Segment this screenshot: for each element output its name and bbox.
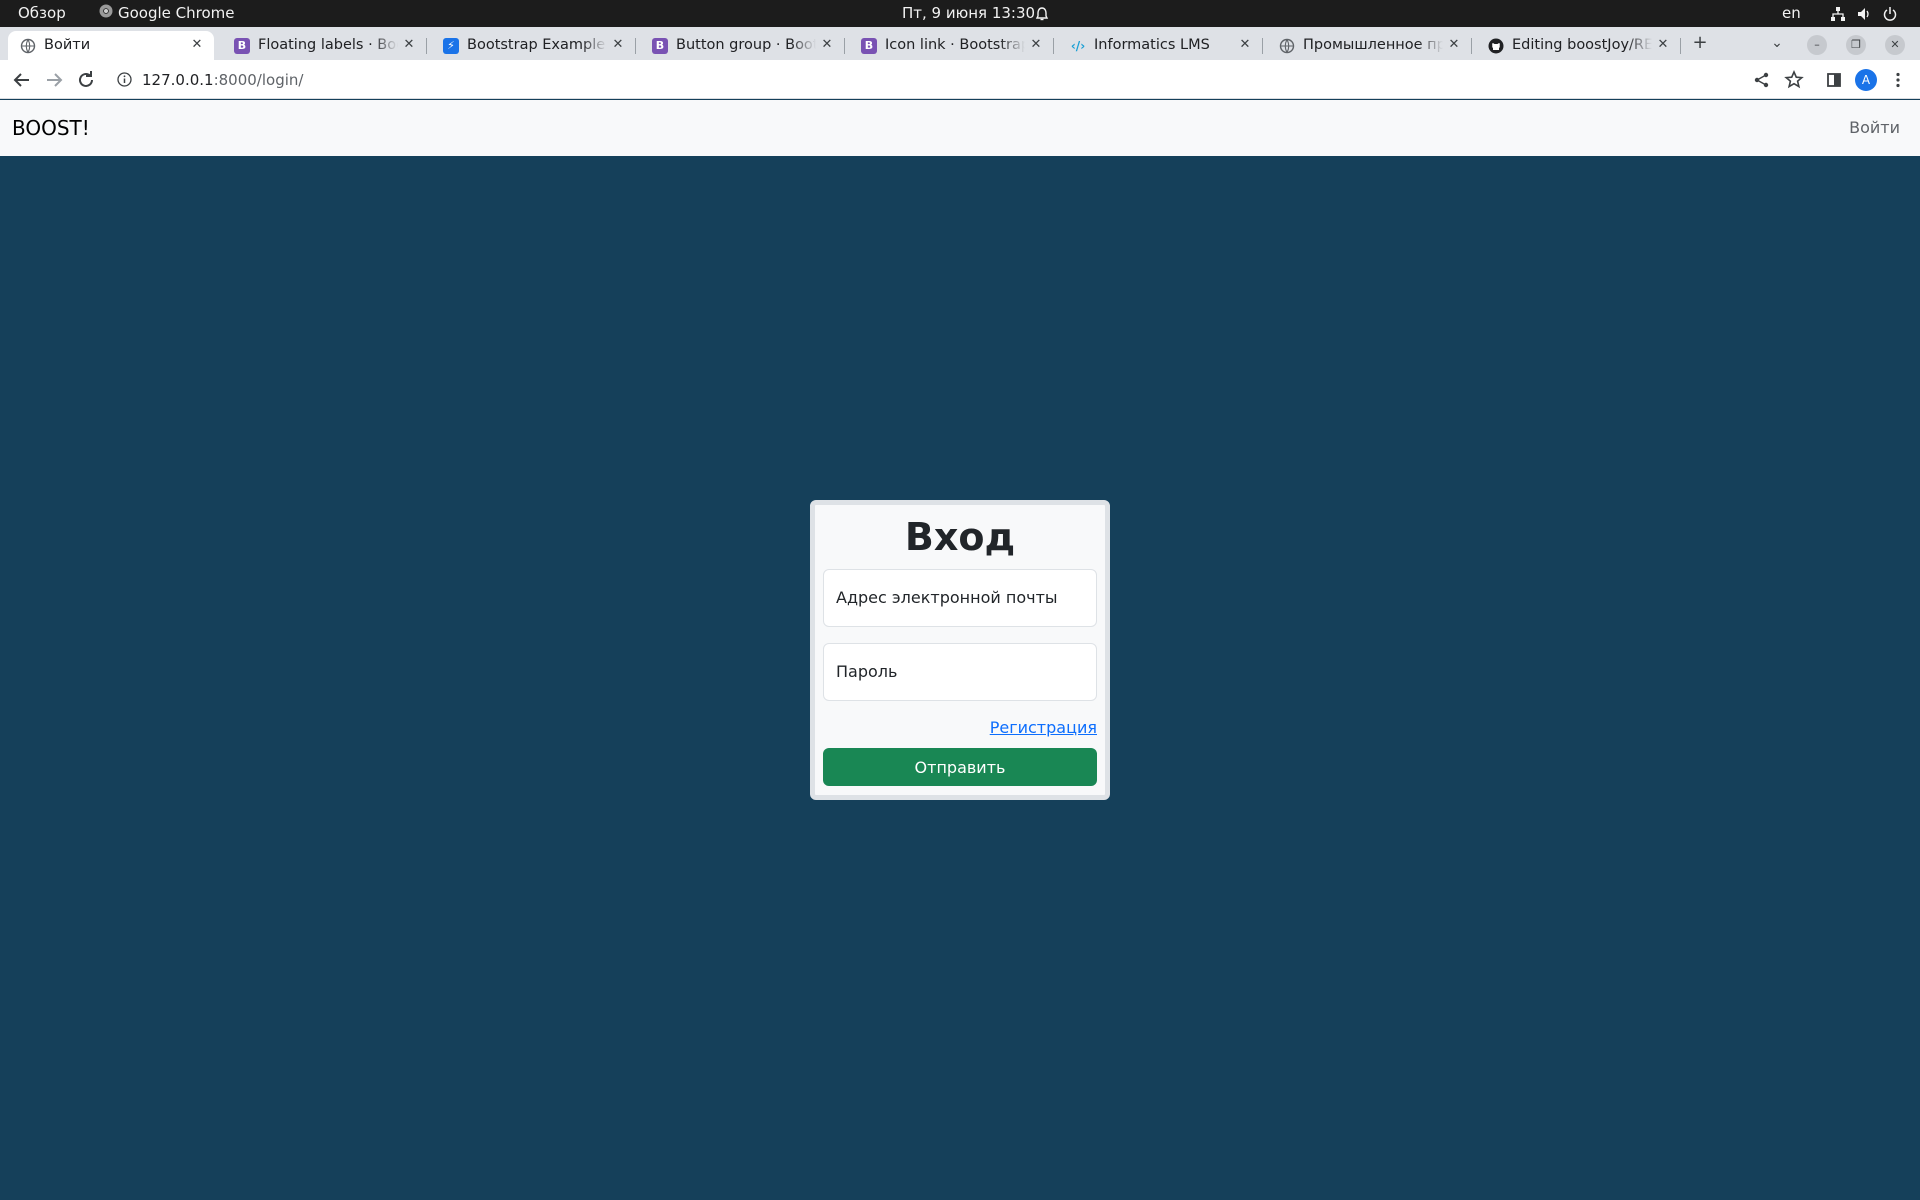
close-icon[interactable]: ✕: [818, 36, 836, 54]
share-button[interactable]: [1748, 66, 1776, 94]
site-navbar: BOOST! Войти: [0, 100, 1920, 156]
side-panel-icon: [1827, 73, 1841, 87]
tab-informatics-lms[interactable]: ‹/› Informatics LMS ✕: [1058, 31, 1263, 60]
bolt-icon: ⚡: [443, 38, 459, 54]
tab-industrial[interactable]: Промышленное про ✕: [1267, 31, 1472, 60]
tab-title: Войти: [44, 37, 91, 53]
volume-icon[interactable]: [1856, 0, 1872, 27]
bootstrap-icon: B: [861, 38, 877, 54]
address-bar[interactable]: 127.0.0.1:8000/login/: [142, 68, 303, 92]
tab-separator: [844, 38, 845, 54]
tab-title: Icon link · Bootstrap v: [885, 37, 1025, 53]
language-indicator[interactable]: en: [1782, 0, 1801, 27]
register-link[interactable]: Регистрация: [990, 718, 1097, 737]
system-top-bar: Обзор Google Chrome Пт, 9 июня 13:30 en: [0, 0, 1920, 27]
share-icon: [1754, 72, 1769, 88]
tab-button-group[interactable]: B Button group · Bootstrap ✕: [640, 31, 845, 60]
url-host: 127.0.0.1: [142, 71, 214, 89]
tab-title: Button group · Bootstrap: [676, 37, 816, 53]
tab-strip: Войти ✕ B Floating labels · Bootstrap ✕ …: [0, 27, 1920, 60]
globe-icon: [20, 38, 36, 54]
login-card: Вход Адрес электронной почты Пароль Реги…: [810, 500, 1110, 800]
tab-separator: [1471, 38, 1472, 54]
tab-search-button[interactable]: ⌄: [1764, 30, 1790, 56]
tab-separator: [1680, 38, 1681, 54]
tab-title: Informatics LMS: [1094, 37, 1210, 53]
submit-button[interactable]: Отправить: [823, 748, 1097, 786]
tab-title: Floating labels · Bootstrap: [258, 37, 398, 53]
window-close-button[interactable]: ✕: [1885, 35, 1905, 55]
info-icon[interactable]: [117, 72, 132, 91]
github-icon: [1488, 38, 1504, 54]
browser-toolbar: 127.0.0.1:8000/login/ A: [0, 60, 1920, 99]
close-icon[interactable]: ✕: [1445, 36, 1463, 54]
email-placeholder: Адрес электронной почты: [836, 588, 1058, 607]
side-panel-button[interactable]: [1820, 66, 1848, 94]
arrow-right-icon: [47, 73, 63, 87]
tab-separator: [635, 38, 636, 54]
tab-floating-labels[interactable]: B Floating labels · Bootstrap ✕: [222, 31, 427, 60]
close-icon[interactable]: ✕: [400, 36, 418, 54]
close-icon[interactable]: ✕: [1654, 36, 1672, 54]
new-tab-button[interactable]: +: [1687, 30, 1713, 56]
arrow-left-icon: [13, 73, 29, 87]
brand-logo-link[interactable]: BOOST!: [12, 116, 90, 140]
code-icon: ‹/›: [1070, 39, 1086, 53]
profile-avatar[interactable]: A: [1855, 69, 1877, 91]
back-button[interactable]: [8, 66, 36, 94]
alarm-icon: [1034, 0, 1050, 27]
email-field[interactable]: Адрес электронной почты: [823, 569, 1097, 627]
power-icon[interactable]: [1882, 0, 1898, 27]
nav-login-link[interactable]: Войти: [1849, 118, 1900, 137]
maximize-button[interactable]: ❐: [1846, 35, 1866, 55]
close-icon[interactable]: ✕: [188, 36, 206, 54]
tab-title: Bootstrap Example -: [467, 37, 607, 53]
tab-separator: [426, 38, 427, 54]
star-icon: [1784, 70, 1804, 89]
clock[interactable]: Пт, 9 июня 13:30: [902, 0, 1035, 27]
network-icon[interactable]: [1830, 0, 1846, 27]
close-icon[interactable]: ✕: [1236, 36, 1254, 54]
bookmark-button[interactable]: [1780, 66, 1808, 94]
url-path: :8000/login/: [213, 71, 304, 89]
password-placeholder: Пароль: [836, 662, 898, 681]
tab-icon-link[interactable]: B Icon link · Bootstrap v ✕: [849, 31, 1054, 60]
app-menu[interactable]: Google Chrome: [99, 0, 235, 27]
globe-icon: [1279, 38, 1295, 54]
app-name: Google Chrome: [118, 4, 235, 22]
close-icon[interactable]: ✕: [1027, 36, 1045, 54]
menu-button[interactable]: [1884, 66, 1912, 94]
close-icon[interactable]: ✕: [609, 36, 627, 54]
login-title: Вход: [904, 515, 1016, 559]
tab-separator: [1053, 38, 1054, 54]
tab-bootstrap-example[interactable]: ⚡ Bootstrap Example - ✕: [431, 31, 636, 60]
tab-title: Промышленное про: [1303, 37, 1443, 53]
minimize-button[interactable]: –: [1807, 35, 1827, 55]
tab-login[interactable]: Войти ✕: [8, 31, 214, 60]
bootstrap-icon: B: [234, 38, 250, 54]
kebab-menu-icon: [1896, 72, 1900, 88]
tab-separator: [1262, 38, 1263, 54]
activities-button[interactable]: Обзор: [18, 0, 66, 27]
tab-title: Editing boostJoy/README: [1512, 37, 1652, 53]
chrome-icon: [99, 0, 113, 27]
forward-button[interactable]: [40, 66, 68, 94]
reload-icon: [79, 71, 93, 87]
reload-button[interactable]: [72, 66, 100, 94]
bootstrap-icon: B: [652, 38, 668, 54]
password-field[interactable]: Пароль: [823, 643, 1097, 701]
tab-github-editing[interactable]: Editing boostJoy/README ✕: [1476, 31, 1681, 60]
